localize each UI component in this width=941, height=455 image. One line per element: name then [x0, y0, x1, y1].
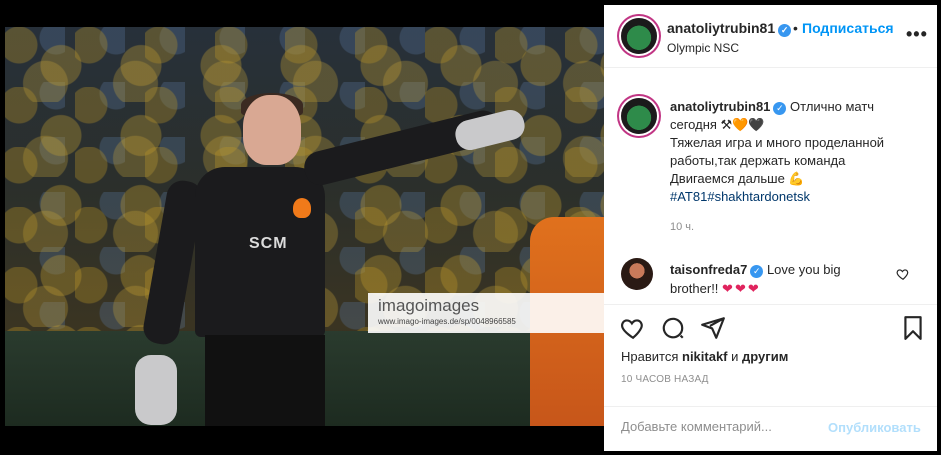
comment-bubble-icon[interactable] [660, 315, 686, 341]
share-send-icon[interactable] [700, 315, 726, 341]
save-bookmark-icon[interactable] [900, 315, 926, 341]
verified-icon: ✓ [773, 102, 787, 115]
comment-text: taisonfreda7 ✓ Love you big brother!! ❤❤❤ [670, 260, 890, 298]
post-photo[interactable]: SCM imagoimages www.imago-images.de/sp/0… [5, 27, 604, 426]
likes-summary: Нравится nikitakf и другим [621, 349, 788, 364]
commenter-username[interactable]: taisonfreda7 [670, 262, 747, 277]
more-options-icon[interactable]: ••• [906, 24, 928, 45]
caption-hashtags[interactable]: #AT81#shakhtardonetsk [670, 189, 810, 204]
player-shorts [205, 335, 325, 426]
goalkeeper: SCM [135, 93, 528, 426]
player-glove-left [135, 355, 177, 425]
likes-user[interactable]: nikitakf [682, 349, 728, 364]
comment-like-heart-icon[interactable] [896, 267, 910, 281]
verified-icon: ✓ [750, 265, 764, 278]
watermark: imagoimages www.imago-images.de/sp/00489… [368, 293, 604, 333]
comment-hearts: ❤❤❤ [722, 281, 761, 296]
author-username-block[interactable]: anatoliytrubin81 ✓ [667, 20, 792, 37]
post-timestamp[interactable]: 10 ЧАСОВ НАЗАД [621, 374, 709, 385]
shirt-sponsor: SCM [249, 235, 288, 252]
likes-middle: и [731, 349, 739, 364]
caption-avatar[interactable] [621, 98, 657, 134]
action-bar [604, 305, 937, 349]
separator-dot: • [793, 20, 798, 36]
player-head [243, 95, 301, 165]
caption-username[interactable]: anatoliytrubin81 [670, 99, 770, 114]
verified-icon: ✓ [778, 24, 792, 37]
post-panel: anatoliytrubin81 ✓ • Подписаться Olympic … [604, 5, 937, 451]
caption-line-2: Тяжелая игра и много проделанной работы,… [670, 135, 885, 168]
comment-input[interactable] [621, 419, 821, 434]
author-username[interactable]: anatoliytrubin81 [667, 20, 775, 36]
watermark-brand: imagoimages [378, 296, 480, 315]
commenter-avatar[interactable] [621, 258, 653, 290]
author-avatar[interactable] [621, 18, 657, 54]
add-comment-bar: Опубликовать [604, 406, 937, 451]
caption-line-3: Двигаемся дальше 💪 [670, 171, 805, 186]
club-crest [293, 198, 311, 218]
follow-button[interactable]: Подписаться [802, 20, 894, 36]
watermark-url: www.imago-images.de/sp/0048966585 [378, 317, 516, 326]
caption-time: 10 ч. [670, 221, 695, 233]
like-heart-icon[interactable] [620, 315, 646, 341]
caption-text: anatoliytrubin81 ✓ Отлично матч сегодня ⚒… [670, 98, 920, 206]
likes-others[interactable]: другим [742, 349, 788, 364]
post-header: anatoliytrubin81 ✓ • Подписаться Olympic … [604, 5, 937, 68]
likes-prefix: Нравится [621, 349, 679, 364]
publish-button[interactable]: Опубликовать [828, 420, 921, 435]
location-link[interactable]: Olympic NSC [667, 41, 739, 55]
